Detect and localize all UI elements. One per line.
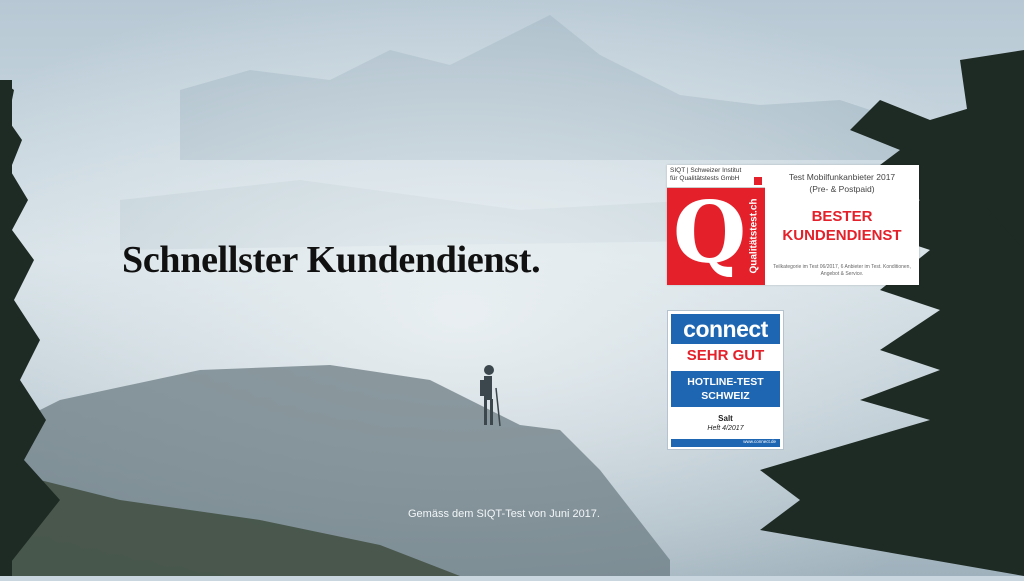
siqt-test-name: Test Mobilfunkanbieter 2017: [788, 172, 896, 182]
siqt-vertical-text: Qualitätstest.ch: [745, 189, 763, 283]
connect-issue: Heft 4/2017: [707, 425, 744, 432]
siqt-site-label: Qualitätstest.ch: [748, 198, 760, 274]
connect-test-band: HOTLINE-TEST SCHWEIZ: [671, 371, 780, 407]
connect-test-line2: SCHWEIZ: [701, 390, 750, 402]
siqt-logo-panel: SIQT | Schweizer Institut für Qualitätst…: [667, 165, 765, 285]
footnote: Gemäss dem SIQT-Test von Juni 2017.: [408, 508, 600, 520]
siqt-award-text: Test Mobilfunkanbieter 2017 (Pre- & Post…: [765, 165, 919, 285]
connect-award-badge: connect SEHR GUT HOTLINE-TEST SCHWEIZ Sa…: [667, 310, 784, 450]
siqt-institute-name: SIQT | Schweizer Institut für Qualitätst…: [670, 167, 742, 182]
siqt-award-line1: BESTER: [811, 208, 873, 225]
headline: Schnellster Kundendienst.: [122, 239, 541, 281]
siqt-award-badge: SIQT | Schweizer Institut für Qualitätst…: [667, 165, 919, 285]
misty-mountain-background: [0, 0, 1024, 576]
connect-header: connect: [671, 314, 780, 344]
siqt-award-line2: KUNDENDIENST: [782, 227, 902, 244]
connect-test-line1: HOTLINE-TEST: [687, 376, 764, 388]
siqt-q-logo: Q: [673, 183, 747, 282]
siqt-award-title: BESTER KUNDENDIENST: [765, 207, 919, 245]
siqt-test-scope: (Pre- & Postpaid): [809, 184, 875, 194]
connect-grade: SEHR GUT: [686, 347, 765, 364]
swiss-flag-icon: [754, 177, 762, 185]
connect-url: www.connect.de: [743, 439, 776, 444]
connect-footer: www.connect.de: [671, 439, 780, 447]
connect-brand: Salt: [718, 414, 733, 423]
connect-logo: connect: [683, 316, 768, 342]
siqt-fine-print: Teilkategorie im Test 06/2017, 6 Anbiete…: [773, 264, 911, 277]
